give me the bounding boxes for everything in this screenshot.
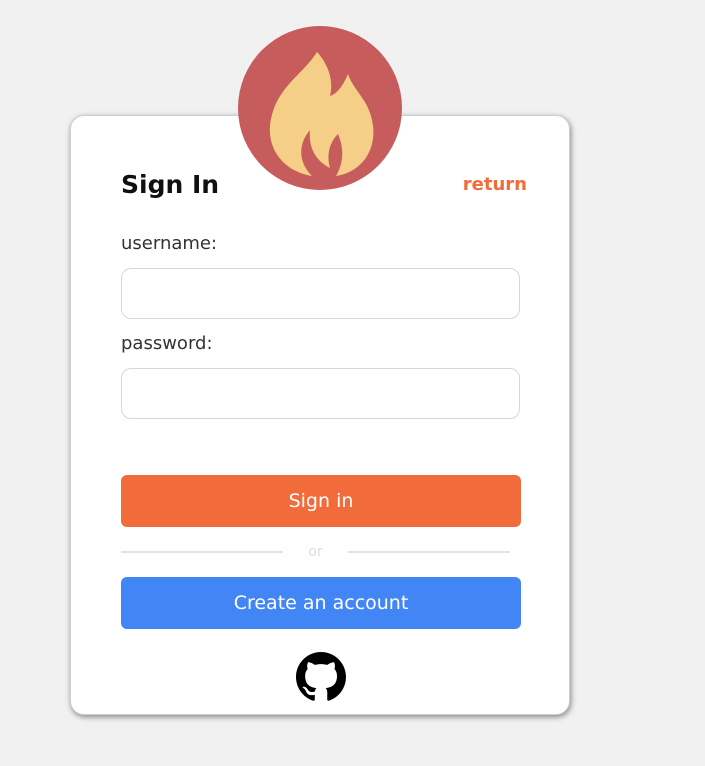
password-field[interactable]: [121, 368, 520, 419]
signin-button[interactable]: Sign in: [121, 475, 521, 527]
password-label: password:: [121, 333, 213, 354]
return-link[interactable]: return: [463, 173, 527, 197]
divider-or: or: [308, 544, 323, 560]
page-title: Sign In: [121, 170, 220, 199]
flame-icon: [238, 26, 402, 190]
signin-card: Sign In return username: password: Sign …: [70, 115, 570, 715]
divider-line-right: [348, 551, 510, 553]
github-login-link[interactable]: [296, 652, 346, 702]
divider-line-left: [121, 551, 283, 553]
username-label: username:: [121, 233, 218, 254]
flame-logo: [238, 26, 402, 190]
create-account-button[interactable]: Create an account: [121, 577, 521, 629]
username-field[interactable]: [121, 268, 520, 319]
github-icon: [296, 652, 346, 702]
